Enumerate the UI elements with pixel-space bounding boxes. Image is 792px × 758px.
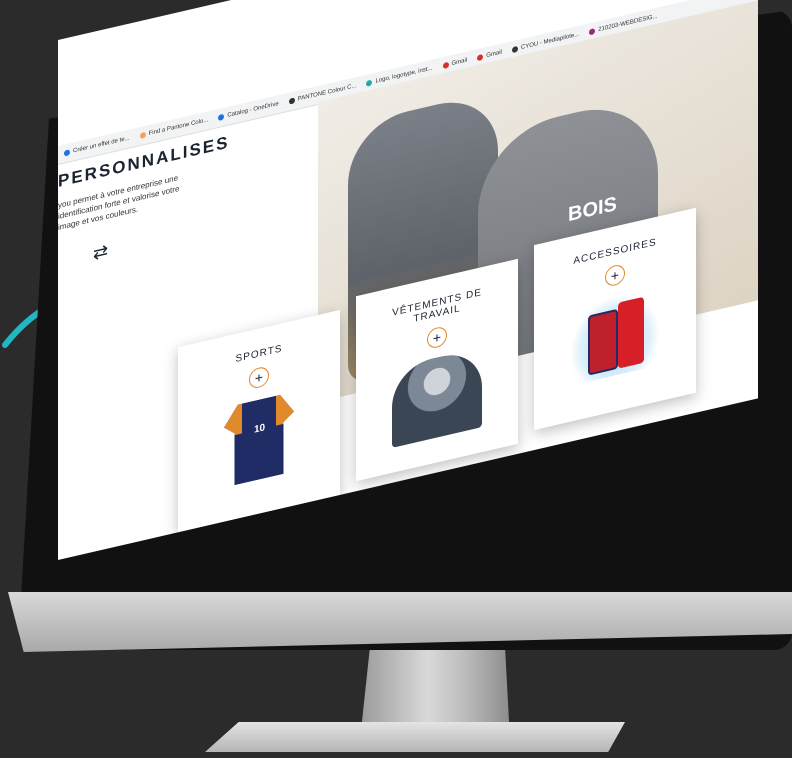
bookmark-item[interactable]: Find a Pantone Colo...	[139, 117, 208, 140]
bookmark-icon	[64, 149, 70, 157]
jersey-image: 10	[224, 392, 294, 488]
bookmark-item[interactable]: Catalog - OneDrive	[218, 101, 279, 121]
worker-image	[392, 347, 482, 448]
monitor-stand-base	[205, 722, 625, 752]
jersey-sleeve	[224, 404, 242, 438]
category-card-accessories[interactable]: ACCESSOIRES +	[534, 207, 696, 431]
gmail-icon	[477, 53, 484, 62]
category-card-workwear[interactable]: VÊTEMENTS DE TRAVAIL +	[356, 258, 518, 482]
onedrive-icon	[218, 113, 225, 121]
plus-icon[interactable]: +	[249, 365, 269, 390]
bookmark-icon	[288, 97, 295, 105]
plus-icon[interactable]: +	[427, 325, 447, 350]
bookmark-icon	[366, 79, 373, 87]
jersey-number: 10	[254, 422, 266, 436]
plus-icon[interactable]: +	[605, 263, 625, 288]
bottle	[618, 296, 644, 369]
bookmark-icon	[589, 27, 596, 36]
bookmark-icon	[511, 45, 518, 54]
swap-arrows-icon[interactable]: ⇄	[93, 240, 108, 264]
bookmark-icon	[139, 131, 146, 140]
bookmark-item[interactable]: Créer un effet de te...	[64, 135, 130, 157]
category-card-sports[interactable]: SPORTS + 10	[178, 309, 340, 533]
bottles-image	[570, 285, 660, 386]
jersey-sleeve	[276, 392, 294, 426]
bottle	[588, 308, 618, 376]
card-title: VÊTEMENTS DE TRAVAIL	[392, 287, 482, 325]
gmail-icon	[442, 61, 449, 70]
